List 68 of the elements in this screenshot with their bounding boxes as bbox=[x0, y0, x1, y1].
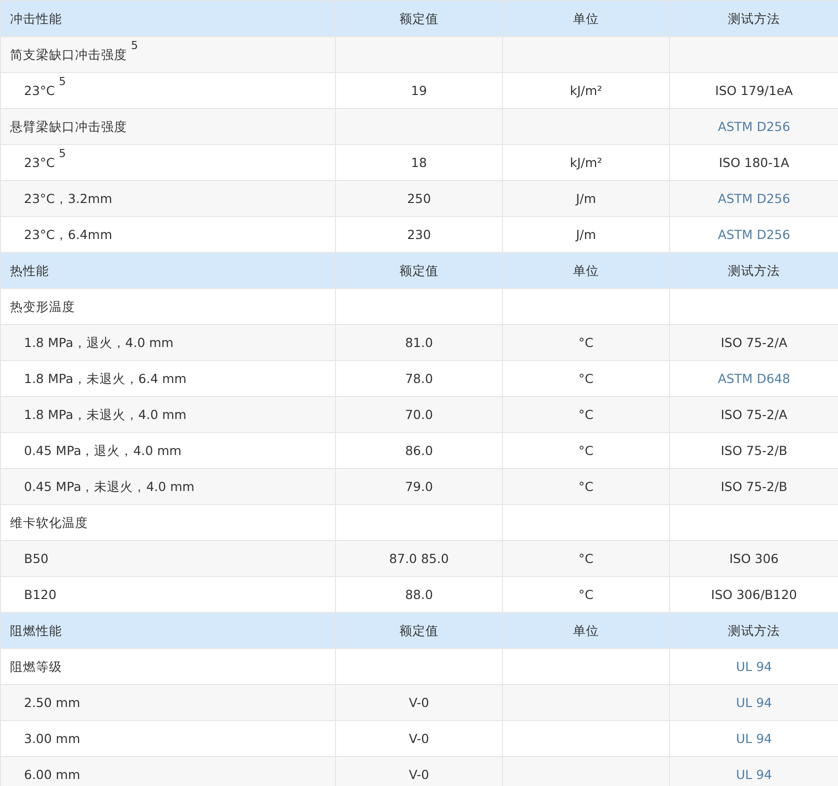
table-cell-text: V-0 bbox=[408, 694, 430, 712]
table-cell-text: 维卡软化温度 bbox=[10, 514, 88, 532]
table-cell-text: °C bbox=[578, 406, 594, 424]
column-header: 额定值 bbox=[400, 262, 438, 280]
table-cell-text: °C bbox=[578, 478, 594, 496]
table-cell-text: °C bbox=[578, 550, 594, 568]
column-header: 单位 bbox=[573, 10, 599, 28]
table-cell-text: 0.45 MPa，退火，4.0 mm bbox=[24, 442, 182, 460]
table-cell-text: ISO 75-2/B bbox=[720, 478, 788, 496]
table-cell-text: B50 bbox=[24, 550, 48, 568]
table-cell-text: V-0 bbox=[408, 766, 430, 784]
table-cell-text: °C bbox=[578, 334, 594, 352]
table-cell-text: 230 bbox=[407, 226, 431, 244]
table-cell-text: 79.0 bbox=[405, 478, 433, 496]
table-cell-text: B120 bbox=[24, 586, 56, 604]
table-cell-text: 1.8 MPa，未退火，6.4 mm bbox=[24, 370, 186, 388]
table-cell-text: 70.0 bbox=[405, 406, 433, 424]
table-cell-text: 23°C $^{5}$ bbox=[24, 152, 66, 172]
table-cell-text: ISO 306 bbox=[729, 550, 779, 568]
table-cell-text: 78.0 bbox=[405, 370, 433, 388]
table-cell-text: 悬臂梁缺口冲击强度 bbox=[10, 118, 127, 136]
column-header: 额定值 bbox=[400, 622, 438, 640]
table-cell-text: °C bbox=[578, 442, 594, 460]
table-cell-text: V-0 bbox=[408, 730, 430, 748]
column-header: 阻燃性能 bbox=[10, 622, 62, 640]
table-cell-text: 2.50 mm bbox=[24, 694, 80, 712]
column-header: 额定值 bbox=[400, 10, 438, 28]
table-cell-text: ISO 306/B120 bbox=[711, 586, 797, 604]
table-cell-text: 0.45 MPa，未退火，4.0 mm bbox=[24, 478, 194, 496]
table-cell-text: 88.0 bbox=[405, 586, 433, 604]
column-header: 单位 bbox=[573, 262, 599, 280]
table-cell-text: 18 bbox=[411, 154, 427, 172]
table-cell-text: 250 bbox=[407, 190, 431, 208]
table-cell-text: 6.00 mm bbox=[24, 766, 80, 784]
test-method-link[interactable]: UL 94 bbox=[736, 692, 772, 714]
table-cell-text: °C bbox=[578, 370, 594, 388]
table-cell-text: kJ/m² bbox=[570, 82, 602, 100]
test-method-link[interactable]: UL 94 bbox=[736, 656, 772, 678]
table-cell-text: 阻燃等级 bbox=[10, 658, 62, 676]
table-cell-text: 1.8 MPa，未退火，4.0 mm bbox=[24, 406, 186, 424]
column-header: 测试方法 bbox=[728, 10, 780, 28]
table-cell-text: 86.0 bbox=[405, 442, 433, 460]
table-cell-text: 23°C，3.2mm bbox=[24, 190, 112, 208]
table-cell-text: 热变形温度 bbox=[10, 298, 75, 316]
table-cell-text: 19 bbox=[411, 82, 427, 100]
table-cell-text: ISO 180-1A bbox=[718, 154, 790, 172]
column-header: 冲击性能 bbox=[10, 10, 62, 28]
test-method-link[interactable]: UL 94 bbox=[736, 728, 772, 750]
table-cell-text: °C bbox=[578, 586, 594, 604]
table-cell-text: J/m bbox=[576, 226, 596, 244]
column-header: 热性能 bbox=[10, 262, 49, 280]
table-cell-text: 81.0 bbox=[405, 334, 433, 352]
table-cell-text: ISO 75-2/A bbox=[720, 334, 788, 352]
table-cell-text: ISO 179/1eA bbox=[715, 82, 793, 100]
table-cell-text: ISO 75-2/A bbox=[720, 406, 788, 424]
table-cell-text: ISO 75-2/B bbox=[720, 442, 788, 460]
table-cell-text: 3.00 mm bbox=[24, 730, 80, 748]
test-method-link[interactable]: UL 94 bbox=[736, 764, 772, 786]
column-header: 单位 bbox=[573, 622, 599, 640]
table-cell-text: 87.0 85.0 bbox=[389, 550, 449, 568]
table-cell-text: kJ/m² bbox=[570, 154, 602, 172]
table-cell-text: J/m bbox=[576, 190, 596, 208]
table-cell-text: 23°C，6.4mm bbox=[24, 226, 112, 244]
table-cell-text: 23°C $^{5}$ bbox=[24, 80, 66, 100]
column-header: 测试方法 bbox=[728, 262, 780, 280]
column-header: 测试方法 bbox=[728, 622, 780, 640]
table-cell-text: 1.8 MPa，退火，4.0 mm bbox=[24, 334, 174, 352]
table-cell-text: 简支梁缺口冲击强度 $^{5}$ bbox=[10, 44, 138, 64]
